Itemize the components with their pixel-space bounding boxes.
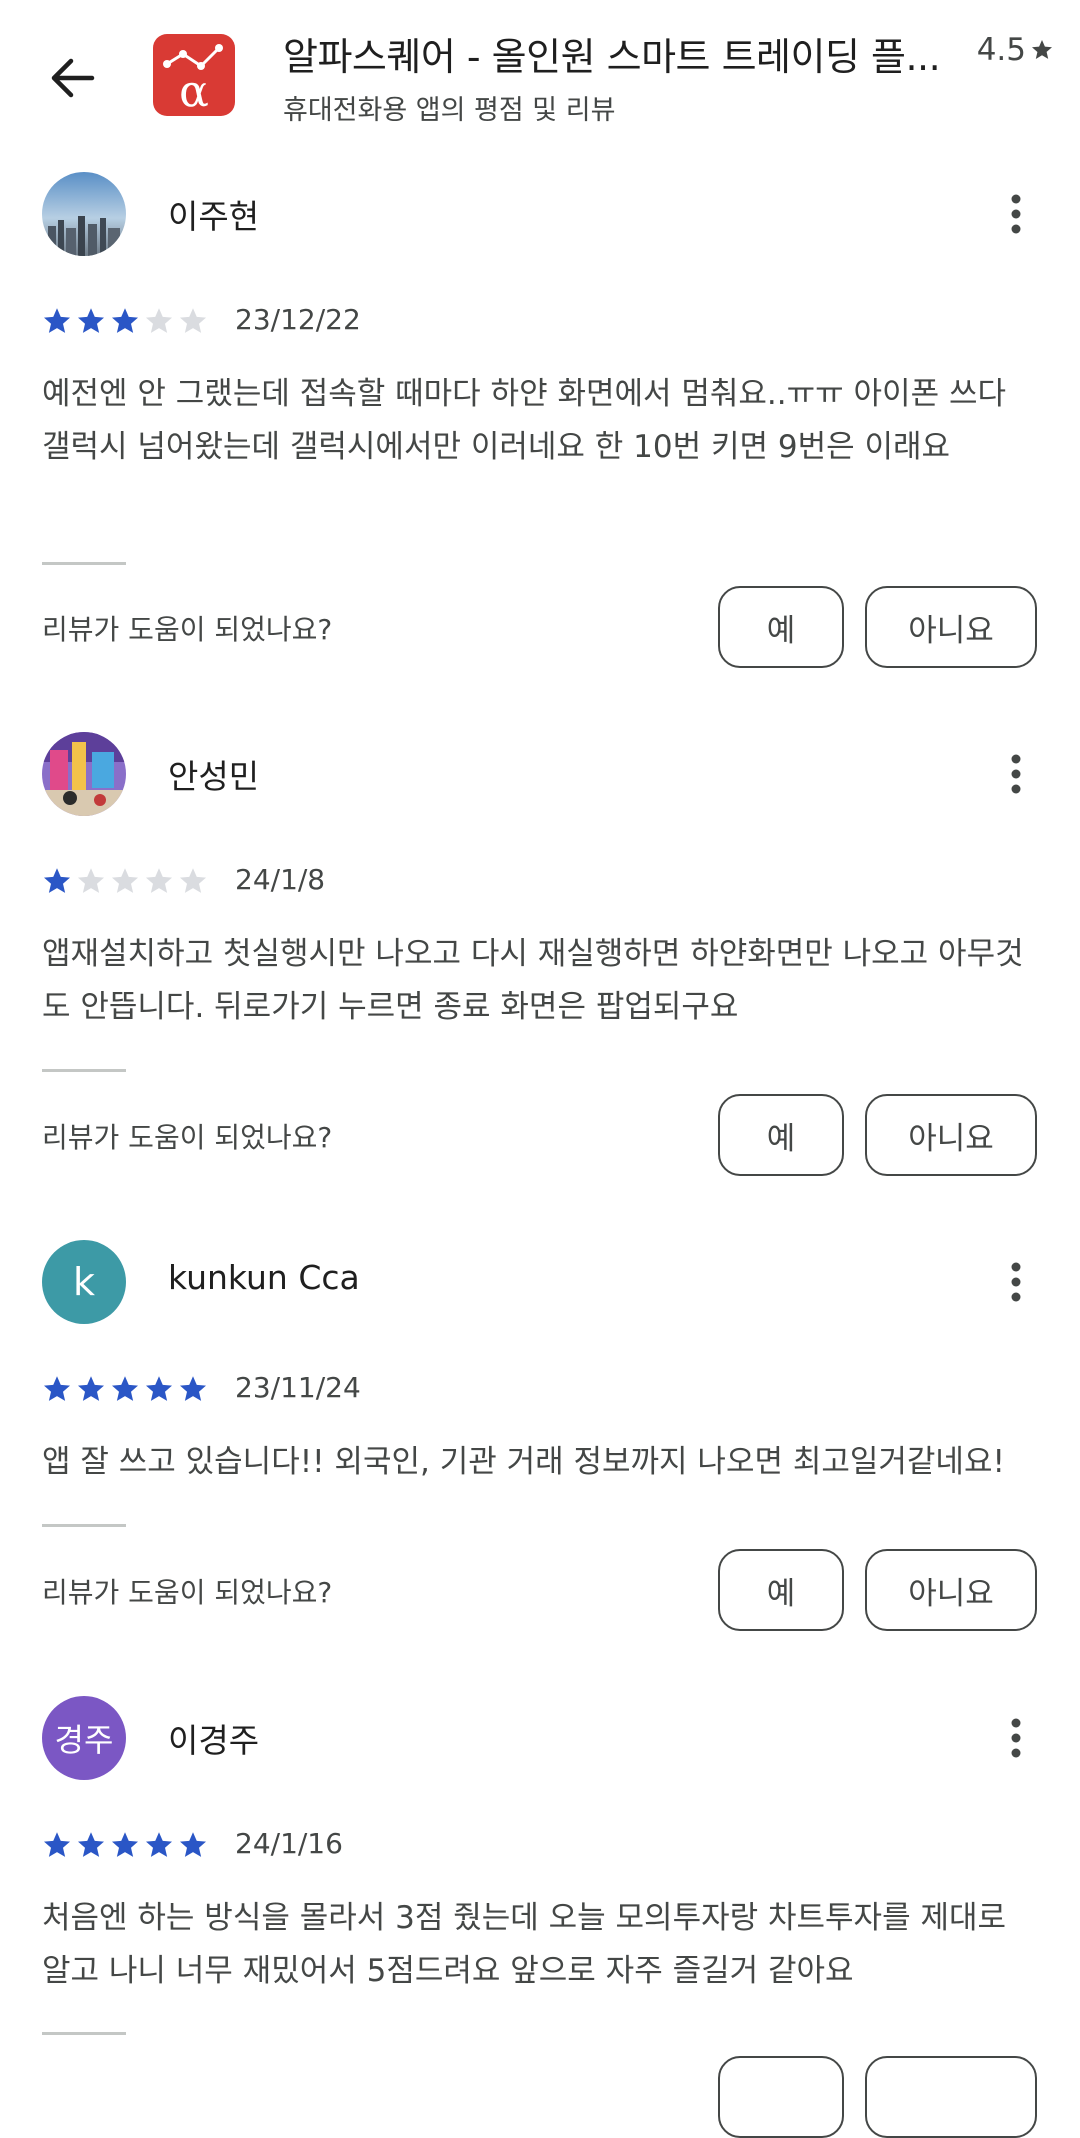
- star-empty-icon: [112, 868, 138, 893]
- review-text: 처음엔 하는 방식을 몰라서 3점 줬는데 오늘 모의투자랑 차트투자를 제대로…: [42, 1900, 1007, 1989]
- helpful-yes-button[interactable]: 예: [718, 586, 844, 668]
- star-filled-icon: [112, 1832, 138, 1857]
- star-filled-icon: [44, 308, 70, 333]
- star-filled-icon: [44, 1376, 70, 1401]
- star-rating: [42, 1374, 208, 1404]
- avatar: [42, 172, 126, 256]
- avatar: 경주: [42, 1696, 126, 1780]
- star-empty-icon: [146, 868, 172, 893]
- divider: [42, 2032, 126, 2035]
- helpful-question: 리뷰가 도움이 되었나요?: [42, 613, 333, 646]
- app-header: α 알파스퀘어 - 올인원 스마트 트레이딩 플... 휴대전화용 앱의 평점 …: [0, 0, 1080, 150]
- helpful-no-button[interactable]: 아니요: [865, 1094, 1037, 1176]
- star-filled-icon: [180, 1376, 206, 1401]
- review-date: 23/11/24: [235, 1371, 361, 1404]
- more-vert-icon[interactable]: [996, 1708, 1036, 1768]
- star-filled-icon: [146, 1376, 172, 1401]
- page-subtitle: 휴대전화용 앱의 평점 및 리뷰: [283, 95, 616, 126]
- review-author: 안성민: [168, 757, 260, 796]
- avatar: k: [42, 1240, 126, 1324]
- star-filled-icon: [112, 1376, 138, 1401]
- app-title: 알파스퀘어 - 올인원 스마트 트레이딩 플...: [283, 35, 941, 79]
- star-empty-icon: [180, 308, 206, 333]
- star-rating: [42, 866, 208, 896]
- helpful-yes-button[interactable]: 예: [718, 1549, 844, 1631]
- helpful-no-button[interactable]: [865, 2056, 1037, 2138]
- star-empty-icon: [146, 308, 172, 333]
- review-text: 예전엔 안 그랬는데 접속할 때마다 하얀 화면에서 멈춰요..ㅠㅠ 아이폰 쓰…: [42, 376, 1006, 465]
- review-author: 이경주: [168, 1721, 260, 1760]
- app-icon: α: [153, 34, 235, 117]
- star-filled-icon: [44, 1832, 70, 1857]
- star-rating: [42, 1830, 208, 1860]
- back-arrow-icon[interactable]: [42, 48, 102, 108]
- star-filled-icon: [78, 308, 104, 333]
- review-author: kunkun Cca: [168, 1258, 360, 1297]
- review-author: 이주현: [168, 197, 260, 236]
- divider: [42, 562, 126, 565]
- more-vert-icon[interactable]: [996, 1252, 1036, 1312]
- rating-value: 4.5: [976, 32, 1026, 68]
- star-filled-icon: [78, 1376, 104, 1401]
- helpful-no-button[interactable]: 아니요: [865, 1549, 1037, 1631]
- review-text: 앱재설치하고 첫실행시만 나오고 다시 재실행하면 하얀화면만 나오고 아무것도…: [42, 936, 1024, 1025]
- divider: [42, 1069, 126, 1072]
- divider: [42, 1524, 126, 1527]
- star-empty-icon: [78, 868, 104, 893]
- review-date: 24/1/8: [235, 863, 326, 896]
- star-icon: [1032, 40, 1052, 59]
- helpful-no-button[interactable]: 아니요: [865, 586, 1037, 668]
- star-filled-icon: [112, 308, 138, 333]
- helpful-question: 리뷰가 도움이 되었나요?: [42, 1121, 333, 1154]
- avatar: [42, 732, 126, 816]
- more-vert-icon[interactable]: [996, 184, 1036, 244]
- review-date: 24/1/16: [235, 1827, 343, 1860]
- helpful-question: 리뷰가 도움이 되었나요?: [42, 1576, 333, 1609]
- star-empty-icon: [180, 868, 206, 893]
- app-rating: 4.5: [977, 32, 1054, 68]
- star-filled-icon: [180, 1832, 206, 1857]
- helpful-yes-button[interactable]: 예: [718, 1094, 844, 1176]
- more-vert-icon[interactable]: [996, 744, 1036, 804]
- star-filled-icon: [44, 868, 70, 893]
- helpful-yes-button[interactable]: [718, 2056, 844, 2138]
- star-filled-icon: [146, 1832, 172, 1857]
- star-filled-icon: [78, 1832, 104, 1857]
- review-text: 앱 잘 쓰고 있습니다!! 외국인, 기관 거래 정보까지 나오면 최고일거같네…: [42, 1444, 1005, 1480]
- review-date: 23/12/22: [235, 303, 361, 336]
- star-rating: [42, 306, 208, 336]
- svg-text:α: α: [179, 66, 209, 116]
